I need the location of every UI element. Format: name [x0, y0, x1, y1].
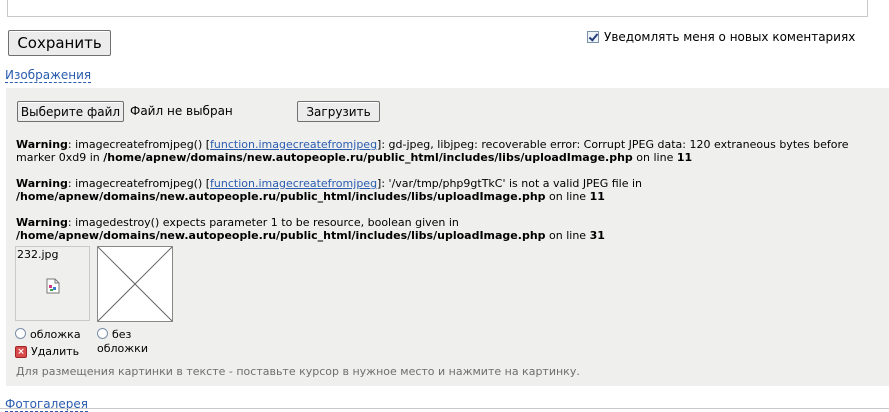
cover-radio[interactable] [15, 328, 26, 339]
no-cover-option[interactable]: без обложки [97, 328, 148, 356]
image-hint: Для размещения картинки в тексте - поста… [16, 365, 580, 378]
warning-line-number: 11 [589, 190, 605, 203]
comment-textarea[interactable] [7, 0, 868, 17]
no-cover-label-line1: без [112, 328, 132, 341]
warning-text: ]: gd-jpeg, libjpeg: recoverable error: … [377, 138, 849, 151]
gallery-section-link[interactable]: Фотогалерея [5, 398, 88, 412]
images-section-link[interactable]: Изображения [5, 69, 92, 83]
cover-option[interactable]: обложка [15, 328, 81, 341]
save-button[interactable]: Сохранить [8, 30, 111, 56]
broken-image-icon [46, 278, 60, 294]
warning-label: Warning [16, 216, 68, 229]
warning-label: Warning [16, 177, 68, 190]
choose-file-button[interactable]: Выберите файл [17, 101, 124, 122]
warning-text: on line [632, 151, 677, 164]
thumbnail-filename: 232.jpg [17, 248, 59, 261]
warning-text: : imagedestroy() expects parameter 1 to … [67, 216, 459, 229]
warning-text: marker 0xd9 in [16, 151, 104, 164]
warning-path: /home/apnew/domains/new.autopeople.ru/pu… [103, 151, 633, 164]
warning-text: ]: '/var/tmp/php9gtTkC' is not a valid J… [377, 177, 642, 190]
warning-path: /home/apnew/domains/new.autopeople.ru/pu… [16, 190, 546, 203]
no-cover-label: без обложки [97, 328, 148, 356]
warning-text: : imagecreatefromjpeg() [ [67, 138, 211, 151]
warning-path: /home/apnew/domains/new.autopeople.ru/pu… [16, 229, 546, 242]
cover-label: обложка [30, 328, 81, 341]
warning-label: Warning [16, 138, 68, 151]
image-thumbnail[interactable]: 232.jpg [15, 246, 90, 321]
warning-line-number: 11 [676, 151, 693, 164]
php-warning: Warning: imagedestroy() expects paramete… [16, 216, 605, 242]
notify-option[interactable]: Уведомлять меня о новых коментариях [587, 30, 855, 44]
warning-line-number: 31 [589, 229, 605, 242]
delete-icon[interactable]: × [15, 345, 27, 358]
no-file-text: Файл не выбран [130, 104, 233, 118]
warning-text: : imagecreatefromjpeg() [ [67, 177, 211, 190]
upload-button[interactable]: Загрузить [297, 101, 380, 122]
no-cover-radio[interactable] [97, 328, 108, 339]
no-cover-label-line2: обложки [97, 342, 148, 355]
function-doc-link[interactable]: function.imagecreatefromjpeg [210, 177, 377, 190]
delete-option[interactable]: × Удалить [15, 345, 79, 358]
php-warning: Warning: imagecreatefromjpeg() [function… [16, 138, 849, 164]
php-warning: Warning: imagecreatefromjpeg() [function… [16, 177, 642, 203]
delete-label: Удалить [31, 345, 80, 358]
divider [0, 408, 889, 409]
notify-label: Уведомлять меня о новых коментариях [604, 30, 856, 44]
warning-text: on line [545, 190, 590, 203]
notify-checkbox[interactable] [587, 31, 599, 43]
image-placeholder[interactable] [97, 246, 173, 322]
function-doc-link[interactable]: function.imagecreatefromjpeg [210, 138, 377, 151]
warning-text: on line [545, 229, 590, 242]
